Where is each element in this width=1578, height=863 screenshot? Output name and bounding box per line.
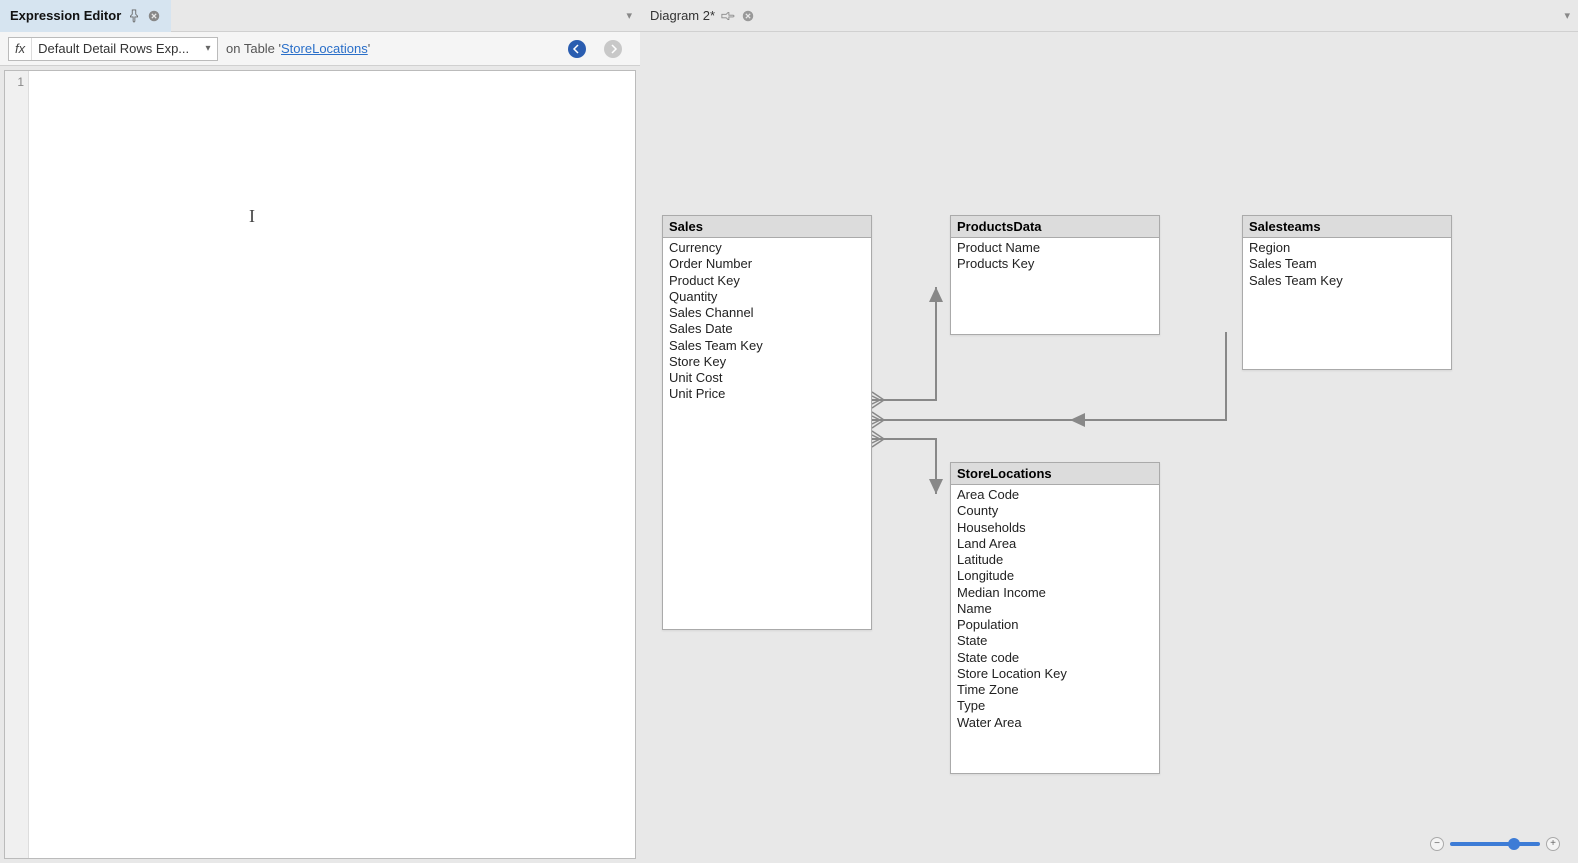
column-name[interactable]: Region bbox=[1249, 240, 1445, 256]
line-gutter: 1 bbox=[5, 71, 29, 858]
column-name[interactable]: Quantity bbox=[669, 289, 865, 305]
tab-label: Diagram 2* bbox=[650, 8, 715, 23]
pin-icon[interactable] bbox=[721, 9, 735, 23]
text-cursor-icon: I bbox=[249, 206, 255, 227]
zoom-control: − + bbox=[1430, 837, 1560, 851]
table-header[interactable]: Salesteams bbox=[1243, 216, 1451, 238]
tab-diagram[interactable]: Diagram 2* bbox=[640, 0, 765, 32]
column-name[interactable]: Water Area bbox=[957, 715, 1153, 731]
column-name[interactable]: Type bbox=[957, 698, 1153, 714]
zoom-in-button[interactable]: + bbox=[1546, 837, 1560, 851]
table-columns: CurrencyOrder NumberProduct KeyQuantityS… bbox=[663, 238, 871, 409]
column-name[interactable]: Unit Price bbox=[669, 386, 865, 402]
table-sales[interactable]: Sales CurrencyOrder NumberProduct KeyQua… bbox=[662, 215, 872, 630]
expression-editor-panel: Expression Editor ▾ fx Default Detail Ro… bbox=[0, 0, 640, 863]
tab-expression-editor[interactable]: Expression Editor bbox=[0, 0, 171, 32]
column-name[interactable]: County bbox=[957, 503, 1153, 519]
panel-menu-caret[interactable]: ▾ bbox=[1556, 9, 1578, 22]
table-storelocations[interactable]: StoreLocations Area CodeCountyHouseholds… bbox=[950, 462, 1160, 774]
panel-menu-caret[interactable]: ▾ bbox=[618, 9, 640, 22]
nav-back-button[interactable] bbox=[568, 40, 586, 58]
column-name[interactable]: Area Code bbox=[957, 487, 1153, 503]
column-name[interactable]: State bbox=[957, 633, 1153, 649]
column-name[interactable]: Time Zone bbox=[957, 682, 1153, 698]
zoom-out-button[interactable]: − bbox=[1430, 837, 1444, 851]
column-name[interactable]: Population bbox=[957, 617, 1153, 633]
code-area[interactable]: I bbox=[29, 71, 635, 858]
right-tab-bar: Diagram 2* ▾ bbox=[640, 0, 1578, 32]
table-header[interactable]: StoreLocations bbox=[951, 463, 1159, 485]
code-editor[interactable]: 1 I bbox=[4, 70, 636, 859]
zoom-thumb[interactable] bbox=[1508, 838, 1520, 850]
nav-forward-button bbox=[604, 40, 622, 58]
table-header[interactable]: ProductsData bbox=[951, 216, 1159, 238]
column-name[interactable]: Sales Team Key bbox=[669, 338, 865, 354]
column-name[interactable]: Latitude bbox=[957, 552, 1153, 568]
column-name[interactable]: Longitude bbox=[957, 568, 1153, 584]
tab-label: Expression Editor bbox=[10, 8, 121, 23]
nav-icons bbox=[568, 40, 632, 58]
column-name[interactable]: Product Name bbox=[957, 240, 1153, 256]
close-icon[interactable] bbox=[147, 9, 161, 23]
zoom-slider[interactable] bbox=[1450, 842, 1540, 846]
table-columns: Area CodeCountyHouseholdsLand AreaLatitu… bbox=[951, 485, 1159, 737]
column-name[interactable]: Sales Team Key bbox=[1249, 273, 1445, 289]
chevron-down-icon[interactable]: ▾ bbox=[199, 43, 217, 54]
column-name[interactable]: Sales Channel bbox=[669, 305, 865, 321]
table-columns: Product NameProducts Key bbox=[951, 238, 1159, 279]
column-name[interactable]: Median Income bbox=[957, 585, 1153, 601]
table-columns: RegionSales TeamSales Team Key bbox=[1243, 238, 1451, 295]
column-name[interactable]: Currency bbox=[669, 240, 865, 256]
property-name: Default Detail Rows Exp... bbox=[32, 41, 199, 56]
expression-toolbar: fx Default Detail Rows Exp... ▾ on Table… bbox=[0, 32, 640, 66]
column-name[interactable]: Store Location Key bbox=[957, 666, 1153, 682]
column-name[interactable]: Sales Team bbox=[1249, 256, 1445, 272]
column-name[interactable]: Products Key bbox=[957, 256, 1153, 272]
property-selector[interactable]: fx Default Detail Rows Exp... ▾ bbox=[8, 37, 218, 61]
column-name[interactable]: Order Number bbox=[669, 256, 865, 272]
column-name[interactable]: Product Key bbox=[669, 273, 865, 289]
context-label: on Table 'StoreLocations' bbox=[226, 41, 370, 56]
diagram-panel: Diagram 2* ▾ Sales bbox=[640, 0, 1578, 863]
column-name[interactable]: Sales Date bbox=[669, 321, 865, 337]
diagram-canvas[interactable]: Sales CurrencyOrder NumberProduct KeyQua… bbox=[640, 32, 1578, 863]
fx-icon: fx bbox=[9, 38, 32, 60]
column-name[interactable]: Unit Cost bbox=[669, 370, 865, 386]
column-name[interactable]: Store Key bbox=[669, 354, 865, 370]
column-name[interactable]: State code bbox=[957, 650, 1153, 666]
left-tab-bar: Expression Editor ▾ bbox=[0, 0, 640, 32]
table-productsdata[interactable]: ProductsData Product NameProducts Key bbox=[950, 215, 1160, 335]
column-name[interactable]: Land Area bbox=[957, 536, 1153, 552]
table-salesteams[interactable]: Salesteams RegionSales TeamSales Team Ke… bbox=[1242, 215, 1452, 370]
context-table-link[interactable]: StoreLocations bbox=[281, 41, 368, 56]
table-header[interactable]: Sales bbox=[663, 216, 871, 238]
close-icon[interactable] bbox=[741, 9, 755, 23]
context-suffix: ' bbox=[368, 41, 370, 56]
line-number: 1 bbox=[5, 75, 24, 89]
pin-icon[interactable] bbox=[127, 9, 141, 23]
column-name[interactable]: Households bbox=[957, 520, 1153, 536]
column-name[interactable]: Name bbox=[957, 601, 1153, 617]
context-prefix: on Table ' bbox=[226, 41, 281, 56]
